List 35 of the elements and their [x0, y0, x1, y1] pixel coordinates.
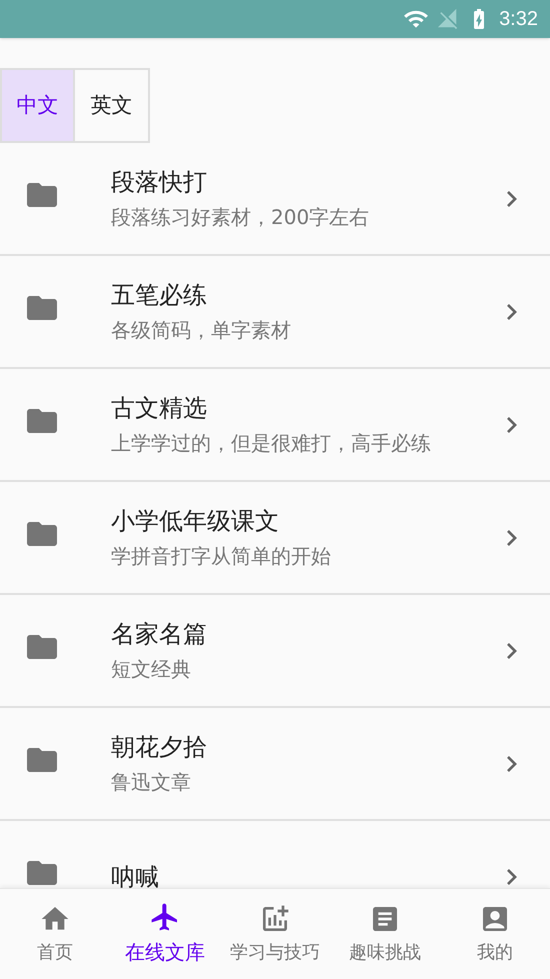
nav-tab[interactable]: 在线文库: [110, 889, 220, 979]
item-title: 五笔必练: [111, 280, 208, 310]
item-subtitle: 短文经典: [111, 656, 192, 682]
chevron-icon: [507, 756, 517, 772]
chevron-icon: [507, 190, 517, 206]
nav-tab[interactable]: 学习与技巧: [220, 889, 330, 979]
list-item[interactable]: 段落快打 段落练习好素材，200字左右: [0, 143, 550, 256]
no-signal-icon: [437, 8, 460, 30]
chevron-icon: [507, 304, 517, 320]
item-title: 名家名篇: [111, 618, 208, 650]
chevron-icon: [507, 530, 517, 546]
chevron-icon: [507, 416, 517, 432]
list-item[interactable]: 小学低年级课文 学拼音打字从简单的开始: [0, 482, 550, 595]
item-subtitle: 学拼音打字从简单的开始: [111, 542, 332, 570]
language-tab[interactable]: 英文: [75, 68, 150, 143]
list-item[interactable]: 朝花夕拾 鲁迅文章: [0, 708, 550, 821]
list-item[interactable]: 古文精选 上学学过的，但是很难打，高手必练: [0, 369, 550, 482]
chevron-icon: [507, 868, 517, 884]
nav-tab[interactable]: 我的: [440, 889, 550, 979]
nav-tab[interactable]: 首页: [0, 889, 110, 979]
item-title: 呐喊: [111, 862, 160, 888]
clock: 3:32: [499, 7, 538, 32]
language-tab[interactable]: 中文: [0, 68, 75, 143]
item-title: 小学低年级课文: [111, 506, 280, 536]
item-subtitle: 上学学过的，但是很难打，高手必练: [111, 430, 432, 456]
item-subtitle: 鲁迅文章: [111, 768, 192, 796]
item-title: 段落快打: [111, 166, 208, 198]
item-title: 古文精选: [111, 392, 208, 424]
list-item[interactable]: 五笔必练 各级简码，单字素材: [0, 256, 550, 369]
chevron-icon: [507, 642, 517, 658]
item-subtitle: 段落练习好素材，200字左右: [111, 204, 370, 230]
list-item[interactable]: 名家名篇 短文经典: [0, 595, 550, 708]
nav-tab[interactable]: 趣味挑战: [330, 889, 440, 979]
item-title: 朝花夕拾: [111, 732, 208, 762]
item-subtitle: 各级简码，单字素材: [111, 316, 292, 344]
